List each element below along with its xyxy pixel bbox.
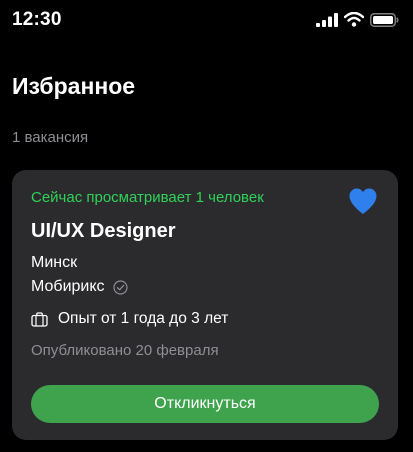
job-title[interactable]: UI/UX Designer — [31, 220, 175, 243]
page-title: Избранное — [12, 73, 136, 99]
experience-label: Опыт от 1 года до 3 лет — [58, 310, 229, 327]
status-time: 12:30 — [12, 9, 62, 30]
apply-button[interactable]: Откликнуться — [31, 385, 379, 423]
viewing-now-label: Сейчас просматривает 1 человек — [31, 189, 264, 206]
vacancy-card[interactable]: Сейчас просматривает 1 человек UI/UX Des… — [12, 170, 398, 440]
experience-row: Опыт от 1 года до 3 лет — [31, 310, 228, 328]
wifi-icon — [344, 12, 364, 27]
vacancy-count: 1 вакансия — [12, 129, 89, 146]
status-icons — [316, 12, 399, 27]
published-date: Опубликовано 20 февраля — [31, 342, 219, 359]
favorite-heart-icon[interactable] — [348, 187, 378, 215]
city-label: Минск — [31, 254, 78, 271]
verified-check-icon — [112, 279, 128, 295]
signal-icon — [316, 12, 338, 27]
status-bar: 12:30 — [0, 0, 413, 44]
company-name: Мобирикс — [31, 278, 105, 295]
briefcase-icon — [31, 311, 48, 327]
battery-icon — [370, 12, 399, 27]
company-row: Мобирикс — [31, 278, 128, 296]
